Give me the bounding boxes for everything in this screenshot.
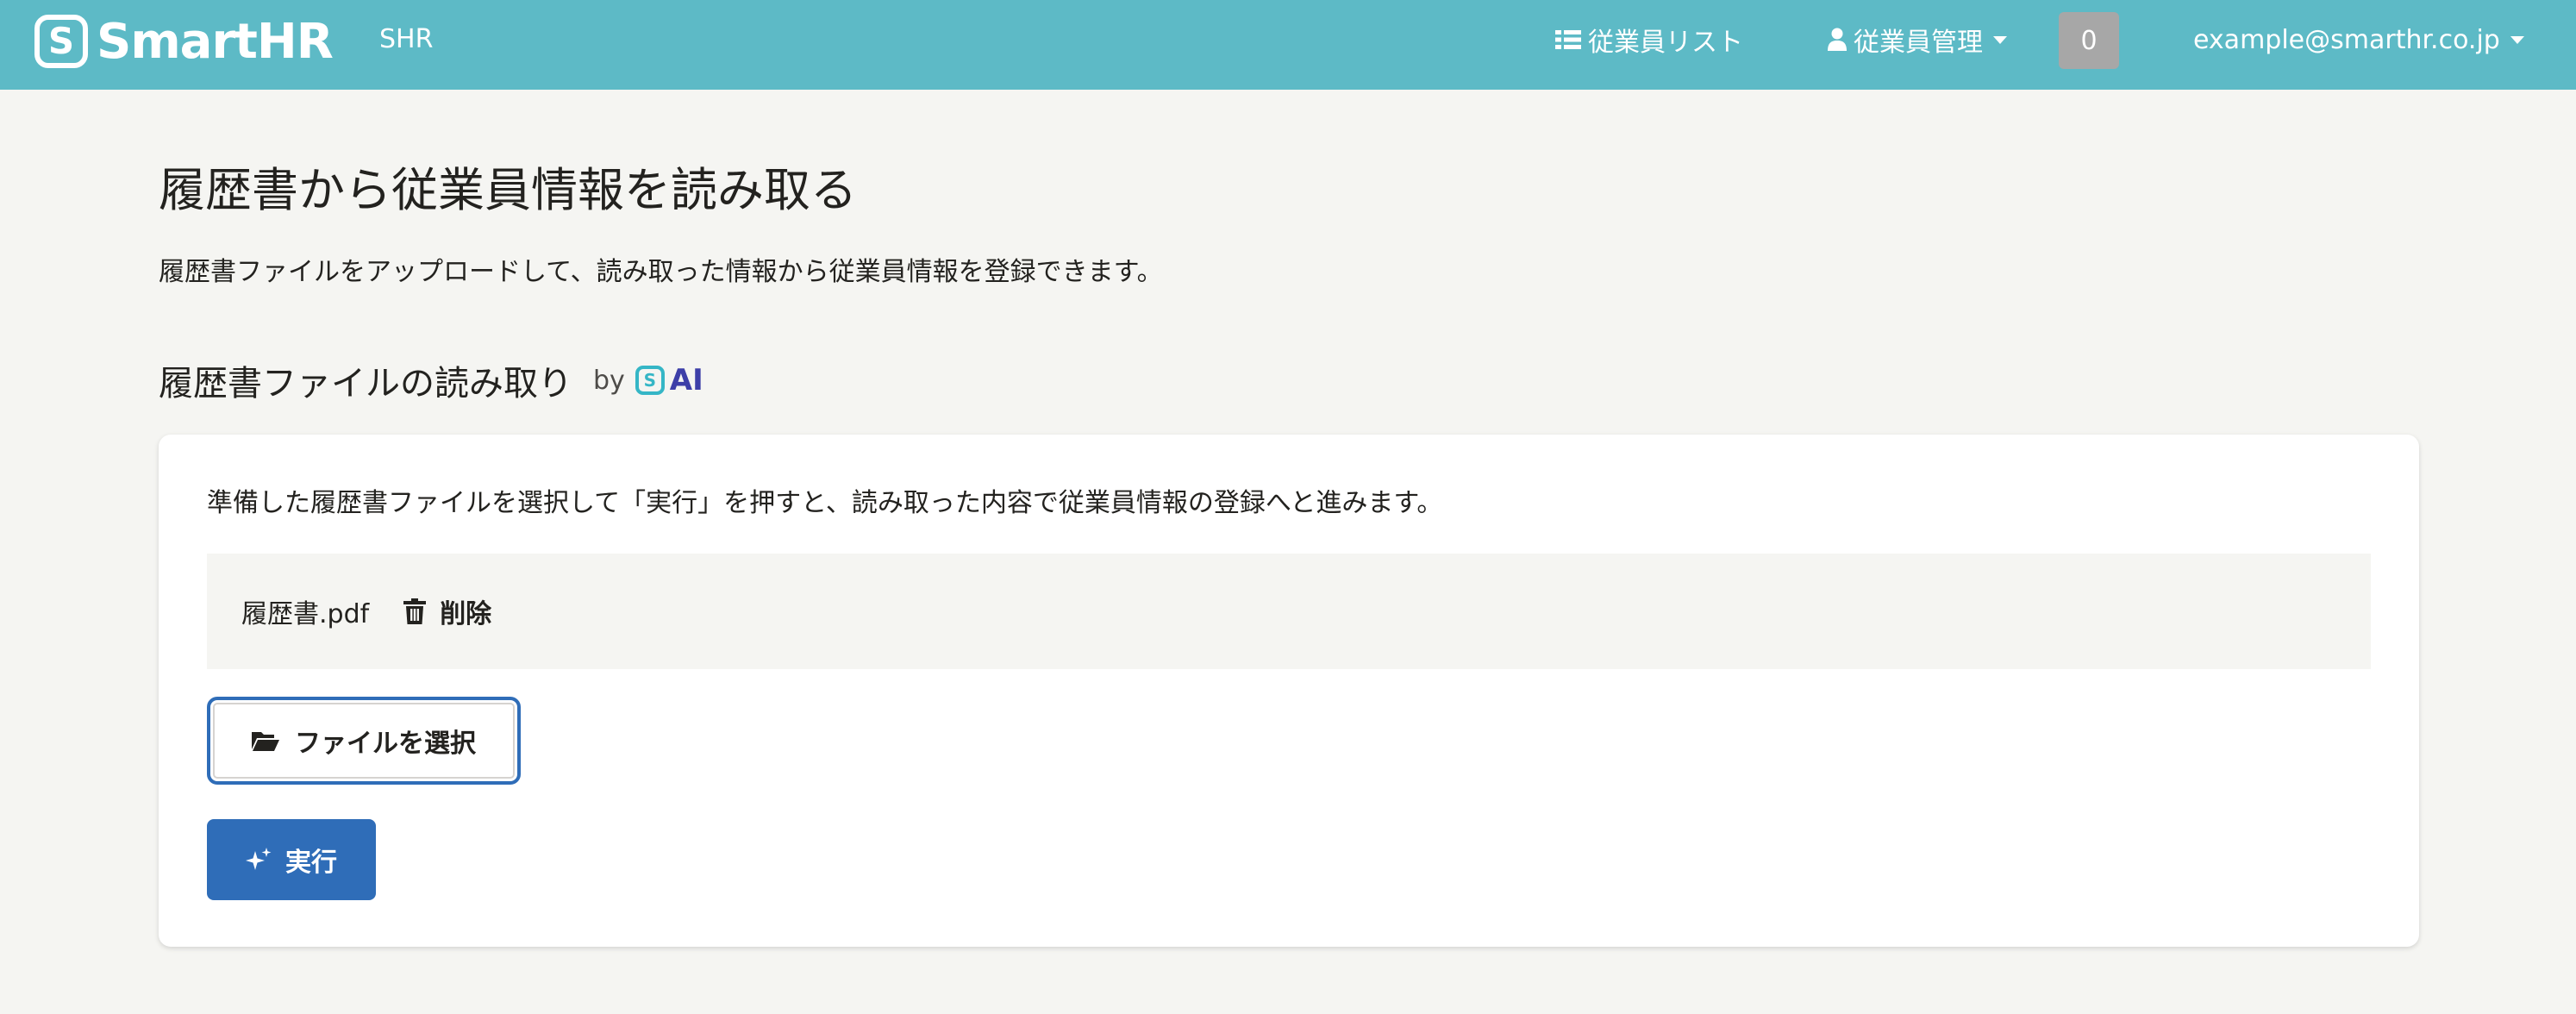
smarthr-ai-logo: S AI	[635, 363, 703, 397]
card-instruction: 準備した履歴書ファイルを選択して「実行」を押すと、読み取った内容で従業員情報の登…	[207, 488, 1443, 518]
section-title: 履歴書ファイルの読み取り	[159, 364, 572, 404]
select-file-label: ファイルを選択	[295, 729, 476, 759]
logo-text: SmartHR	[97, 13, 334, 70]
nav-employee-list[interactable]: 従業員リスト	[1555, 21, 1743, 59]
smarthr-ai-icon: S	[635, 366, 665, 395]
nav-employee-manage-label: 従業員管理	[1854, 28, 1983, 58]
run-label: 実行	[285, 848, 337, 878]
smarthr-logo[interactable]: S SmartHR	[34, 13, 334, 70]
page-title: 履歴書から従業員情報を読み取る	[159, 163, 857, 217]
user-account-dropdown[interactable]: example@smarthr.co.jp	[2193, 21, 2524, 59]
section-heading: 履歴書ファイルの読み取り by S AI	[159, 355, 703, 405]
delete-label: 削除	[440, 599, 492, 629]
selected-file-name: 履歴書.pdf	[241, 599, 370, 629]
logo-mark-icon: S	[34, 15, 88, 68]
list-icon	[1555, 29, 1581, 50]
nav-employee-manage-dropdown[interactable]: 従業員管理	[1828, 21, 2007, 59]
trash-icon	[403, 598, 427, 624]
sparkle-icon	[246, 848, 272, 872]
delete-file-button[interactable]: 削除	[403, 592, 491, 630]
selected-file-row: 履歴書.pdf 削除	[207, 554, 2371, 669]
select-file-button[interactable]: ファイルを選択	[207, 697, 521, 785]
run-button[interactable]: 実行	[207, 819, 376, 900]
top-navigation-bar: S SmartHR SHR 従業員リスト 従業員管理 0 example@sma…	[0, 0, 2576, 90]
user-email: example@smarthr.co.jp	[2193, 24, 2500, 55]
caret-down-icon	[1993, 35, 2007, 44]
upload-card: 準備した履歴書ファイルを選択して「実行」を押すと、読み取った内容で従業員情報の登…	[159, 435, 2419, 947]
ai-label: AI	[669, 363, 703, 397]
tenant-name: SHR	[379, 24, 434, 54]
folder-open-icon	[252, 730, 279, 751]
caret-down-icon	[2510, 35, 2524, 44]
notification-count-badge[interactable]: 0	[2059, 12, 2119, 69]
nav-employee-list-label: 従業員リスト	[1588, 28, 1743, 58]
by-label: by	[593, 365, 625, 396]
user-icon	[1828, 28, 1847, 52]
page-description: 履歴書ファイルをアップロードして、読み取った情報から従業員情報を登録できます。	[159, 257, 1163, 287]
